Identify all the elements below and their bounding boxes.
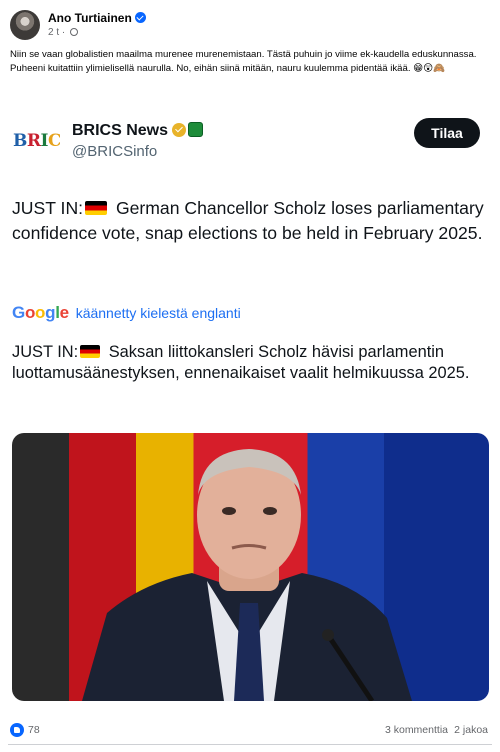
translated-from-label: käännetty kielestä englanti [75,305,241,321]
translated-prefix: JUST IN: [12,343,79,361]
action-divider [8,744,492,745]
chancellor-photo [12,433,489,701]
reaction-bar: 78 3 kommenttia 2 jakoa [8,722,492,740]
like-reaction-icon[interactable] [10,723,24,737]
author-avatar[interactable] [10,10,40,40]
photo-illustration [82,449,412,701]
post-meta: 2 t · [48,27,79,38]
shared-screenshot[interactable]: BRICS BRICS News @BRICSinfo Tilaa JUST I… [0,110,500,710]
account-name: BRICS News [72,122,169,139]
account-name-row: BRICS News [72,122,204,140]
google-logo: Google [12,303,69,322]
verified-badge-icon [134,12,146,23]
author-name[interactable]: Ano Turtiainen [48,11,132,25]
subscribe-button: Tilaa [414,118,480,148]
share-count[interactable]: 2 jakoa [454,724,488,736]
public-globe-icon [70,28,79,36]
tweet-prefix: JUST IN: [12,198,84,218]
account-handle: @BRICSinfo [72,143,158,160]
post-header: Ano Turtiainen 2 t · [10,10,490,42]
brics-logo: BRICS [12,124,74,154]
svg-text:BRICS: BRICS [13,131,60,151]
translation-notice: Google käännetty kielestä englanti [12,303,241,323]
post-time[interactable]: 2 t [48,27,59,38]
translated-text: JUST IN: Saksan liittokansleri Scholz hä… [12,342,488,384]
meta-separator: · [61,27,66,38]
german-flag-icon [80,345,101,358]
german-flag-icon [85,201,108,215]
post-text: Niin se vaan globalistien maailma murene… [10,49,477,74]
author-name-row: Ano Turtiainen [48,11,146,25]
affiliate-badge-icon [188,122,204,137]
brics-logo-graphic: BRICS [13,131,74,151]
gold-verified-icon [172,123,187,137]
tweet-text: JUST IN: German Chancellor Scholz loses … [12,196,488,246]
reaction-count[interactable]: 78 [28,724,40,736]
comment-count[interactable]: 3 kommenttia [385,724,448,736]
